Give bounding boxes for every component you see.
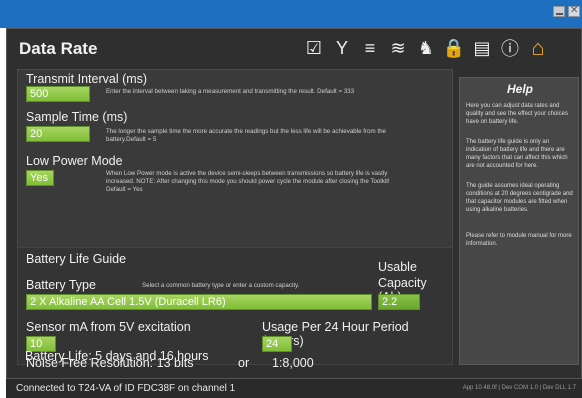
- or-text: or: [238, 356, 250, 370]
- sensor-ma-label: Sensor mA from 5V excitation: [26, 320, 191, 334]
- ratio-text: 1:8,000: [272, 356, 314, 370]
- battery-type-hint: Select a common battery type or enter a …: [142, 282, 300, 289]
- help-paragraph-3: The guide assumes ideal operating condit…: [466, 183, 573, 213]
- battery-life-text: Battery Life: 5 days and 16 hours: [25, 349, 209, 363]
- usage-input[interactable]: 24: [262, 336, 292, 352]
- battery-type-label: Battery Type: [26, 278, 96, 292]
- signal-icon[interactable]: ≡: [359, 35, 381, 61]
- sample-time-input[interactable]: 20: [26, 126, 90, 142]
- checklist-icon[interactable]: ☑: [303, 35, 325, 61]
- low-power-label: Low Power Mode: [26, 154, 123, 168]
- help-title: Help: [506, 82, 533, 96]
- help-panel: Help Here you can adjust data rates and …: [459, 77, 579, 365]
- sample-time-desc: The longer the sample time the more accu…: [106, 128, 386, 143]
- info-icon[interactable]: ⓘ: [499, 35, 521, 61]
- help-paragraph-1: Here you can adjust data rates and quali…: [466, 103, 568, 125]
- window-titlebar: [0, 0, 582, 28]
- battery-guide-label: Battery Life Guide: [26, 252, 127, 266]
- toolbar: ☑ Y ≡ ≋ ♞ 🔒 ▤ ⓘ ⌂: [303, 35, 549, 67]
- lock-icon[interactable]: 🔒: [443, 35, 465, 61]
- low-power-desc: When Low Power mode is active the device…: [106, 170, 390, 193]
- usable-label: Usable: [378, 260, 417, 274]
- help-paragraph-4: Please refer to module manual for more i…: [466, 233, 572, 247]
- app-window: Data Rate ☑ Y ≡ ≋ ♞ 🔒 ▤ ⓘ ⌂ Transmit Int…: [6, 28, 582, 398]
- status-bar: Connected to T24-VA of ID FDC38F on chan…: [6, 378, 582, 398]
- minimize-icon[interactable]: [553, 6, 565, 17]
- page-title: Data Rate: [19, 39, 98, 58]
- help-paragraph-2: The battery life guide is only an indica…: [466, 139, 568, 169]
- capacity-input[interactable]: 2.2: [378, 294, 420, 310]
- sample-time-label: Sample Time (ms): [26, 110, 128, 124]
- battery-type-select[interactable]: 2 X Alkaline AA Cell 1.5V (Duracell LR6): [26, 294, 372, 310]
- wireless-icon[interactable]: ≋: [387, 35, 409, 61]
- version-info: App 10.48.0f | Dev COM 1.0 | Dev DLL 1.7: [462, 385, 576, 391]
- user-key-icon[interactable]: ♞: [415, 35, 437, 61]
- home-icon[interactable]: ⌂: [527, 35, 549, 61]
- close-icon[interactable]: [568, 5, 580, 17]
- antenna-icon[interactable]: Y: [331, 35, 353, 61]
- battery-life-guide-panel: Battery Life Guide Usable Capacity (Ah) …: [17, 247, 453, 370]
- transmit-interval-label: Transmit Interval (ms): [26, 72, 148, 86]
- transmit-interval-desc: Enter the interval between taking a meas…: [106, 88, 355, 95]
- transmit-interval-input[interactable]: 500: [26, 86, 90, 102]
- database-icon[interactable]: ▤: [471, 35, 493, 61]
- data-rate-panel: Transmit Interval (ms) 500 Enter the int…: [17, 69, 453, 251]
- low-power-toggle[interactable]: Yes: [26, 170, 54, 186]
- connection-status: Connected to T24-VA of ID FDC38F on chan…: [16, 383, 236, 394]
